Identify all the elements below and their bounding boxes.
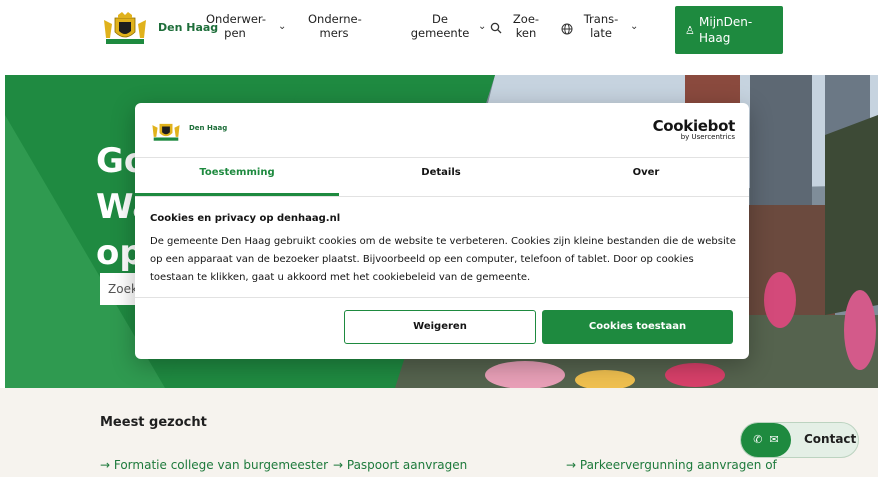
cookie-consent-dialog: Den Haag Cookiebot by Usercentrics Toest… bbox=[135, 103, 749, 359]
dialog-heading: Cookies en privacy op denhaag.nl bbox=[150, 213, 341, 224]
dialog-divider bbox=[135, 297, 749, 298]
dialog-divider bbox=[135, 196, 749, 197]
cookiebot-logo[interactable]: Cookiebot by Usercentrics bbox=[653, 117, 736, 141]
tab-toestemming[interactable]: Toestemming bbox=[135, 158, 339, 196]
decline-button[interactable]: Weigeren bbox=[344, 310, 536, 344]
den-haag-crest-logo bbox=[152, 123, 180, 141]
accept-cookies-button[interactable]: Cookies toestaan bbox=[542, 310, 733, 344]
dialog-brand-name: Den Haag bbox=[189, 124, 228, 132]
dialog-body-text: De gemeente Den Haag gebruikt cookies om… bbox=[150, 236, 736, 283]
tab-over[interactable]: Over bbox=[544, 158, 748, 196]
tab-details[interactable]: Details bbox=[339, 158, 543, 196]
